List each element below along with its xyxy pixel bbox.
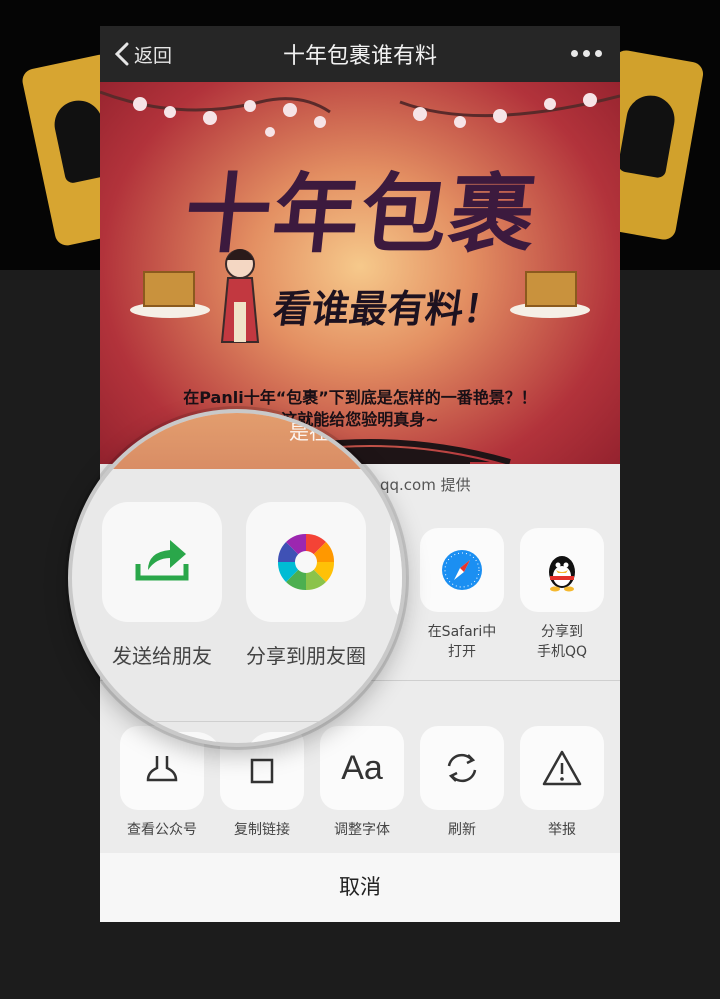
more-options-icon[interactable]	[571, 50, 602, 57]
refresh-icon	[447, 753, 477, 783]
share-safari-label: 在Safari中 打开	[427, 624, 497, 660]
parcel-box-left	[130, 271, 210, 318]
copy-link-icon	[250, 758, 274, 784]
share-arrow-icon	[135, 540, 189, 581]
refresh-label: 刷新	[448, 822, 476, 838]
refresh-tile[interactable]	[420, 726, 504, 810]
share-moments-label: 分享到朋友圈	[246, 644, 366, 668]
share-qq-tile[interactable]	[520, 528, 604, 612]
magnified-poster-text: 是在Panli的第 ? 天，	[289, 420, 406, 444]
moments-icon	[277, 533, 335, 591]
nav-bar: 返回 十年包裹谁有料	[100, 26, 620, 82]
magnifier-lens: 是在Panli的第 ? 天， 发送给朋友	[68, 409, 406, 747]
back-label: 返回	[134, 44, 173, 67]
report-label: 举报	[548, 822, 576, 838]
font-size-label: 调整字体	[334, 822, 390, 838]
warning-icon	[542, 750, 582, 786]
qq-penguin-icon	[549, 556, 575, 592]
chevron-left-icon	[114, 42, 129, 66]
share-moments-tile[interactable]	[246, 502, 366, 622]
font-icon: Aa	[341, 748, 383, 787]
share-qq-label: 分享到 手机QQ	[536, 624, 588, 660]
copy-link-label: 复制链接	[234, 822, 290, 838]
safari-icon	[442, 550, 482, 590]
send-to-friend-label: 发送给朋友	[112, 644, 212, 668]
report-tile[interactable]	[520, 726, 604, 810]
back-button[interactable]: 返回	[114, 40, 172, 68]
official-account-label: 查看公众号	[127, 822, 197, 838]
parcel-box-right	[510, 271, 590, 318]
character-illustration	[220, 249, 260, 343]
official-account-icon	[146, 756, 178, 782]
magnified-divider	[100, 721, 402, 722]
page-title: 十年包裹谁有料	[282, 44, 437, 69]
cancel-button[interactable]: 取消	[100, 853, 620, 922]
poster-text-line-1: 在Panli十年“包裹”下到底是怎样的一番艳景？！	[183, 388, 537, 407]
poster-subtitle: 看谁最有料！	[270, 286, 505, 331]
send-to-friend-tile[interactable]	[102, 502, 222, 622]
share-safari-tile[interactable]	[420, 528, 504, 612]
